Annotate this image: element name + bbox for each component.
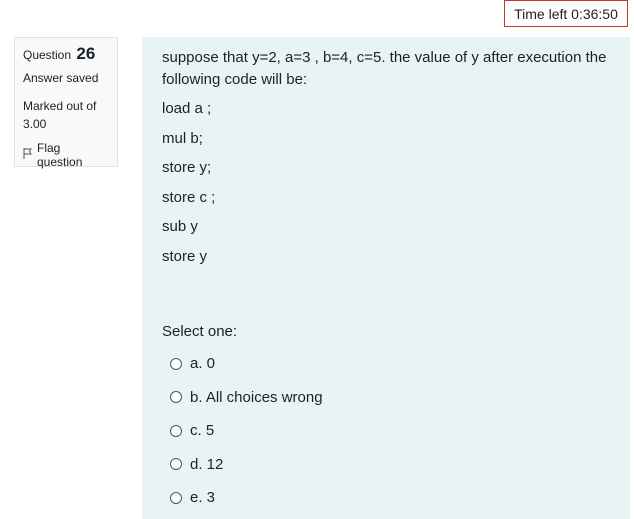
question-number-value: 26 bbox=[76, 44, 96, 63]
code-block: load a ; mul b; store y; store c ; sub y… bbox=[162, 98, 610, 275]
answer-option-e[interactable]: e. 3 bbox=[170, 481, 323, 515]
grade-info: Marked out of 3.00 bbox=[23, 99, 97, 131]
code-line: mul b; bbox=[162, 129, 203, 147]
radio-button[interactable] bbox=[170, 357, 182, 370]
answer-label: b. All choices wrong bbox=[190, 388, 323, 406]
answer-label: a. 0 bbox=[190, 355, 216, 373]
question-content: suppose that y=2, a=3 , b=4, c=5. the va… bbox=[142, 37, 630, 519]
answer-option-a[interactable]: a. 0 bbox=[170, 347, 323, 381]
code-line: store c ; bbox=[162, 188, 216, 206]
time-left-timer: Time left 0:36:50 bbox=[504, 0, 628, 27]
answer-label: d. 12 bbox=[190, 455, 224, 473]
flag-icon bbox=[23, 148, 33, 162]
answer-label: c. 5 bbox=[190, 422, 215, 440]
question-number: Question 26 bbox=[23, 44, 109, 64]
code-line: store y; bbox=[162, 159, 212, 176]
radio-button[interactable] bbox=[170, 424, 182, 437]
answer-state: Answer saved bbox=[23, 71, 99, 85]
radio-button[interactable] bbox=[170, 458, 182, 471]
select-one-prompt: Select one: bbox=[162, 323, 238, 340]
question-statement: suppose that y=2, a=3 , b=4, c=5. the va… bbox=[162, 49, 607, 88]
question-label: Question bbox=[23, 48, 72, 62]
question-info-panel: Question 26 Answer saved Marked out of 3… bbox=[14, 37, 118, 169]
answer-option-c[interactable]: c. 5 bbox=[170, 414, 323, 448]
answer-options: a. 0 b. All choices wrong c. 5 d. 12 e. … bbox=[170, 347, 323, 515]
answer-option-b[interactable]: b. All choices wrong bbox=[170, 381, 323, 415]
answer-label: e. 3 bbox=[190, 489, 216, 507]
flag-question-label: Flag question bbox=[37, 141, 83, 169]
answer-option-d[interactable]: d. 12 bbox=[170, 448, 323, 482]
radio-button[interactable] bbox=[170, 391, 182, 404]
question-text: suppose that y=2, a=3 , b=4, c=5. the va… bbox=[162, 47, 610, 275]
radio-button[interactable] bbox=[170, 491, 182, 504]
code-line: store y bbox=[162, 247, 208, 265]
code-line: load a ; bbox=[162, 100, 212, 117]
flag-question-link[interactable]: Flag question bbox=[23, 141, 109, 169]
code-line: sub y bbox=[162, 218, 198, 235]
